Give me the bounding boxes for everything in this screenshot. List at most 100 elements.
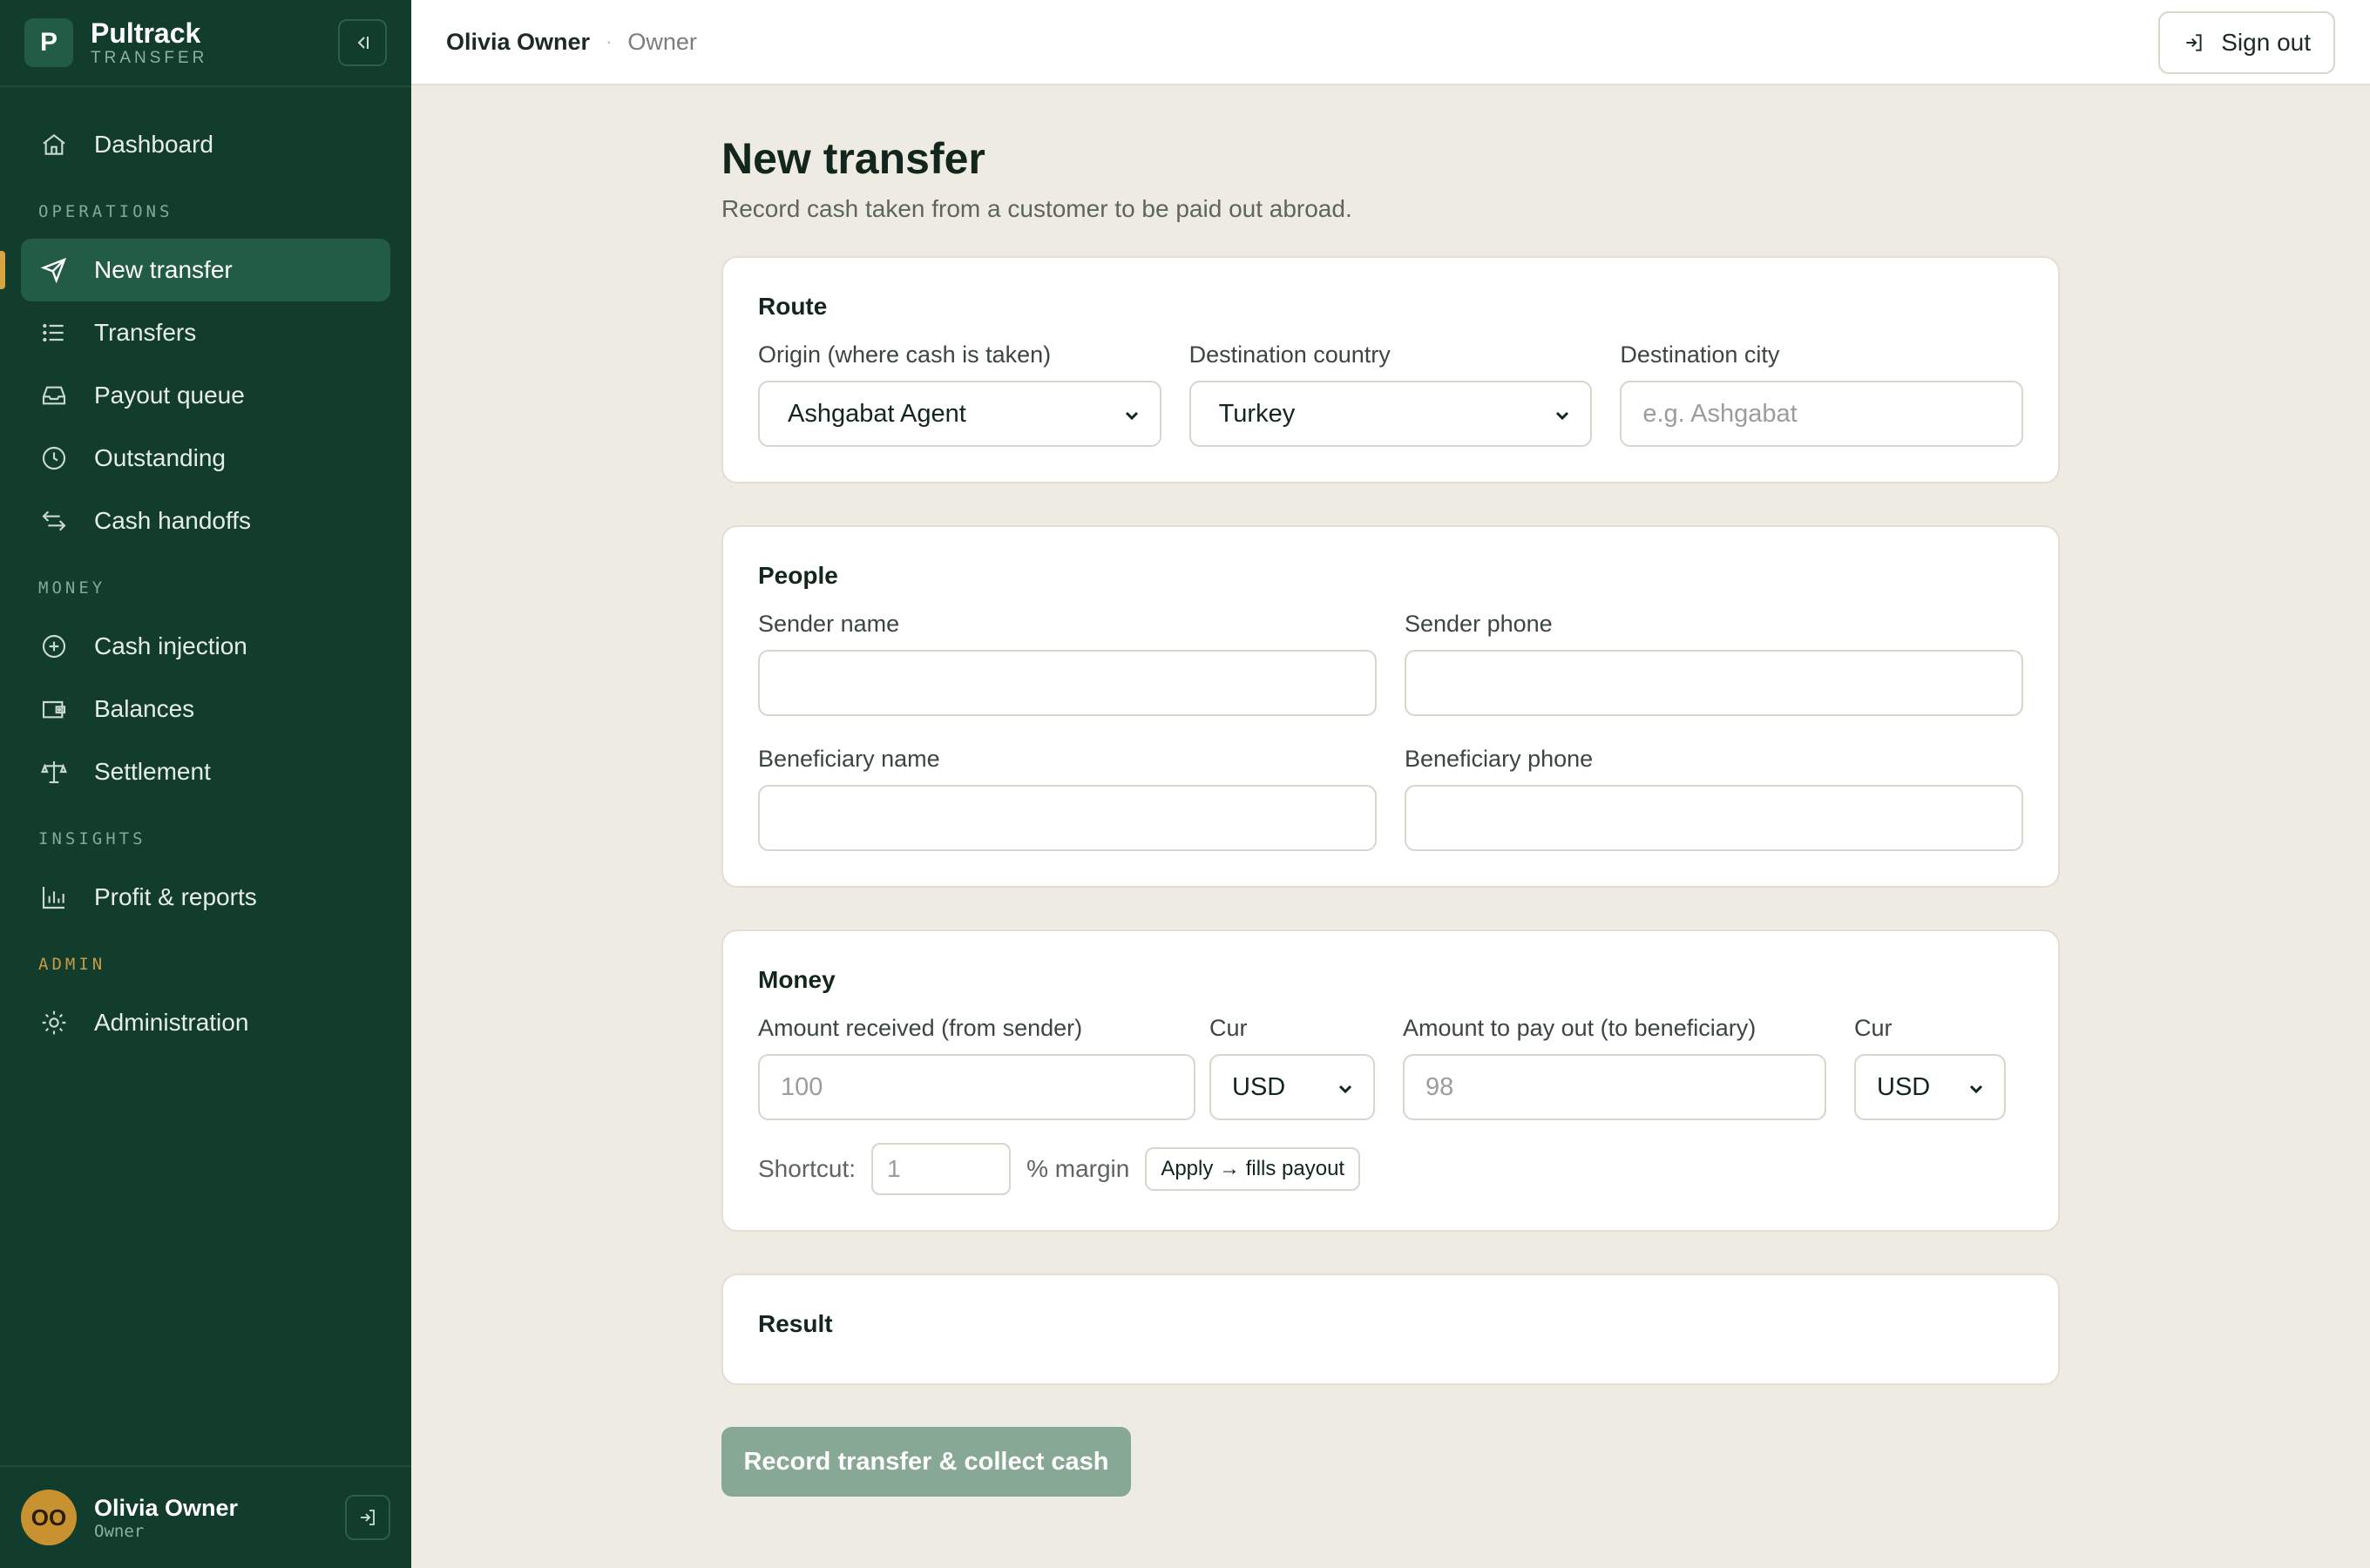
amount-payout-group: Amount to pay out (to beneficiary) 98 [1403, 1015, 1826, 1120]
brand-sub: TRANSFER [91, 49, 208, 67]
amount-payout-label: Amount to pay out (to beneficiary) [1403, 1015, 1757, 1041]
destination-country-select[interactable]: Turkey [1188, 381, 1593, 447]
sidebar-item-label: Cash handoffs [94, 507, 252, 534]
sidebar-item-label: Balances [94, 695, 195, 722]
beneficiary-name-input[interactable] [758, 785, 1377, 851]
list-icon [38, 317, 70, 348]
amount-received-label: Amount received (from sender) [758, 1015, 1083, 1041]
sidebar-item-label: Cash injection [94, 632, 247, 659]
nav-section-money: MONEY [38, 578, 106, 598]
topbar-separator: · [606, 30, 613, 52]
received-currency-select[interactable]: USD [1209, 1054, 1375, 1120]
sidebar-item-profit-reports[interactable]: Profit & reports [21, 866, 390, 929]
sidebar-user: OO Olivia Owner Owner [0, 1465, 411, 1568]
payout-currency-group: Cur USD [1854, 1015, 2006, 1120]
page-subtitle: Record cash taken from a customer to be … [721, 195, 1352, 222]
sidebar-item-administration[interactable]: Administration [21, 991, 390, 1054]
sidebar-item-settlement[interactable]: Settlement [21, 740, 390, 803]
sidebar-item-label: Transfers [94, 319, 197, 346]
apply-margin-button[interactable]: Apply → fills payout [1145, 1147, 1361, 1191]
result-title: Result [758, 1310, 833, 1337]
origin-group: Origin (where cash is taken) Ashgabat Ag… [758, 341, 1161, 447]
sender-name-group: Sender name [758, 611, 1377, 716]
sidebar-item-label: Profit & reports [94, 883, 257, 910]
people-title: People [758, 562, 838, 589]
brand-text: Pultrack TRANSFER [91, 17, 207, 68]
sidebar-item-cash-handoffs[interactable]: Cash handoffs [21, 490, 390, 552]
wallet-icon [38, 693, 70, 725]
chevron-down-icon [1554, 407, 1571, 424]
topbar-user-name: Olivia Owner [446, 28, 591, 55]
page-title: New transfer [721, 134, 985, 183]
record-transfer-button[interactable]: Record transfer & collect cash [721, 1427, 1131, 1497]
money-fields: Amount received (from sender) 100 Cur US… [758, 1015, 2023, 1120]
shortcut-label: Shortcut: [758, 1155, 857, 1182]
bar-chart-icon [38, 882, 70, 913]
sign-out-icon [2183, 31, 2205, 54]
origin-select[interactable]: Ashgabat Agent [758, 381, 1161, 447]
sidebar-user-role: Owner [94, 1522, 145, 1541]
chevron-down-icon [1123, 407, 1141, 424]
people-card: People Sender name Sender phone Benefici… [721, 525, 2060, 888]
sidebar-item-label: New transfer [94, 256, 233, 283]
sidebar-item-new-transfer[interactable]: New transfer [0, 239, 390, 301]
brand-name: Pultrack [91, 17, 201, 49]
sidebar-item-label: Dashboard [94, 131, 213, 158]
sun-gear-icon [38, 1007, 70, 1038]
received-currency-label: Cur [1209, 1015, 1248, 1041]
home-icon [38, 129, 70, 160]
payout-currency-select[interactable]: USD [1854, 1054, 2006, 1120]
sidebar: P Pultrack TRANSFER Dashboard OPERATIONS… [0, 0, 411, 1568]
margin-input[interactable]: 1 [871, 1143, 1012, 1195]
sidebar-nav: Dashboard OPERATIONS New transfer Transf… [0, 87, 411, 1054]
payout-currency-label: Cur [1854, 1015, 1893, 1041]
sidebar-item-outstanding[interactable]: Outstanding [21, 427, 390, 490]
sidebar-user-name: Olivia Owner [94, 1495, 239, 1521]
sign-out-label: Sign out [2221, 29, 2311, 56]
logout-button[interactable] [345, 1495, 390, 1540]
amount-received-group: Amount received (from sender) 100 [758, 1015, 1195, 1120]
sidebar-item-label: Administration [94, 1009, 249, 1036]
plus-circle-icon [38, 631, 70, 662]
result-card: Result [721, 1274, 2060, 1385]
received-currency-group: Cur USD [1209, 1015, 1375, 1120]
sidebar-item-dashboard[interactable]: Dashboard [21, 113, 390, 176]
amount-received-input[interactable]: 100 [758, 1054, 1195, 1120]
sidebar-user-text: Olivia Owner Owner [94, 1494, 238, 1541]
clock-icon [38, 443, 70, 474]
collapse-sidebar-button[interactable] [338, 19, 387, 66]
sidebar-item-label: Payout queue [94, 382, 245, 409]
received-currency-value: USD [1232, 1072, 1286, 1101]
destination-city-input[interactable]: e.g. Ashgabat [1620, 381, 2023, 447]
swap-arrows-icon [38, 505, 70, 537]
sender-phone-group: Sender phone [1405, 611, 2023, 716]
origin-label: Origin (where cash is taken) [758, 341, 1052, 368]
nav-section-operations: OPERATIONS [38, 202, 173, 221]
beneficiary-phone-label: Beneficiary phone [1405, 746, 1594, 772]
sidebar-item-transfers[interactable]: Transfers [21, 301, 390, 364]
sign-out-button[interactable]: Sign out [2158, 11, 2335, 74]
sender-name-input[interactable] [758, 650, 1377, 716]
topbar: Olivia Owner · Owner Sign out [411, 0, 2370, 85]
amount-payout-input[interactable]: 98 [1403, 1054, 1826, 1120]
destination-city-group: Destination city e.g. Ashgabat [1620, 341, 2023, 447]
sender-name-label: Sender name [758, 611, 900, 637]
sidebar-item-cash-injection[interactable]: Cash injection [21, 615, 390, 678]
margin-shortcut: Shortcut: 1 % margin Apply → fills payou… [758, 1143, 2023, 1195]
avatar[interactable]: OO [21, 1490, 77, 1545]
sidebar-item-payout-queue[interactable]: Payout queue [21, 364, 390, 427]
margin-suffix: % margin [1026, 1155, 1130, 1182]
destination-country-label: Destination country [1188, 341, 1391, 368]
sender-phone-input[interactable] [1405, 650, 2023, 716]
beneficiary-name-group: Beneficiary name [758, 746, 1377, 851]
sidebar-item-label: Settlement [94, 758, 211, 785]
main-content: New transfer Record cash taken from a cu… [721, 131, 2060, 1497]
people-row-sender: Sender name Sender phone [758, 611, 2023, 716]
scale-icon [38, 756, 70, 787]
origin-value: Ashgabat Agent [788, 399, 966, 428]
send-icon [38, 254, 70, 286]
collapse-icon [357, 37, 369, 49]
chevron-down-icon [1967, 1080, 1985, 1098]
beneficiary-phone-input[interactable] [1405, 785, 2023, 851]
sidebar-item-balances[interactable]: Balances [21, 678, 390, 740]
